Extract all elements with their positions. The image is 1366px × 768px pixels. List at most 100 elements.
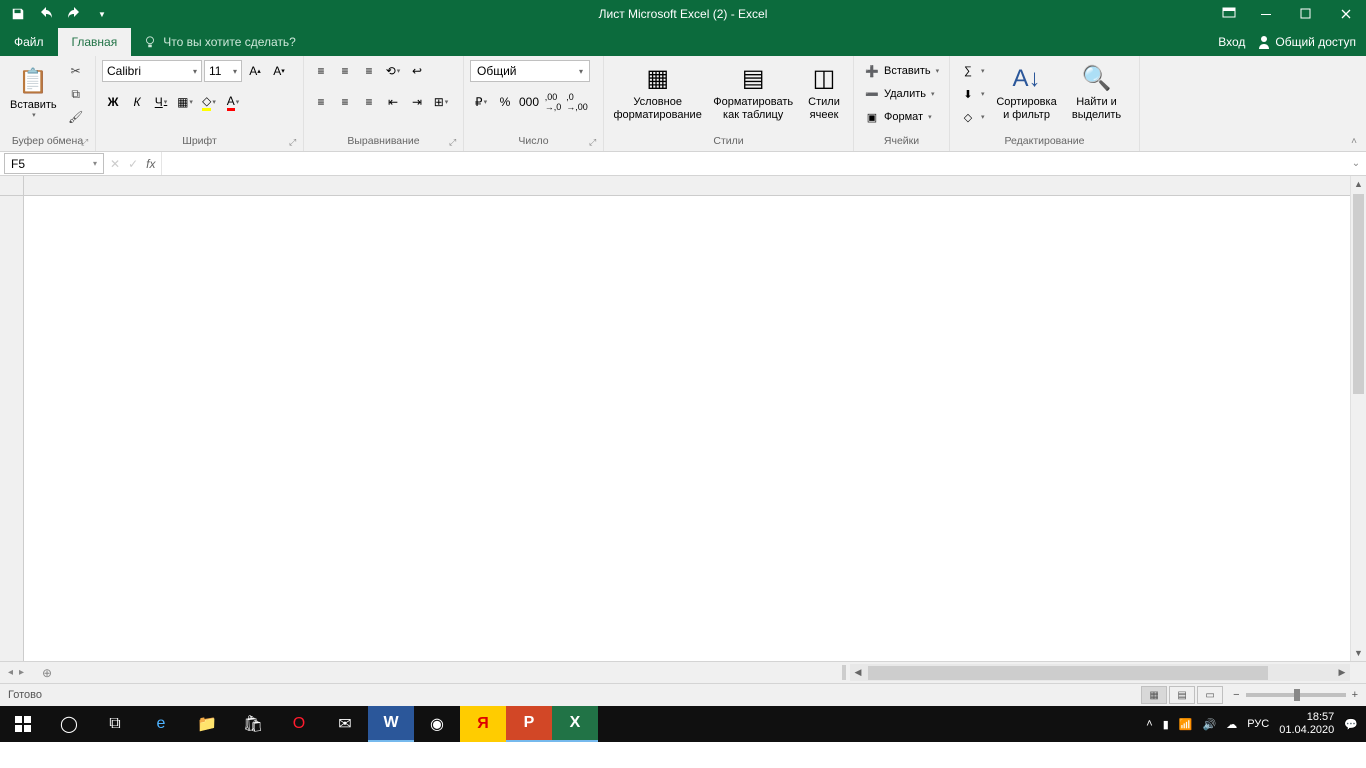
tray-wifi-icon[interactable]: 📶 [1179, 718, 1193, 731]
currency-icon[interactable]: ₽▾ [470, 91, 492, 113]
tab-file[interactable]: Файл [0, 28, 58, 56]
format-as-table-button[interactable]: ▤Форматировать как таблицу [709, 60, 797, 128]
align-launcher-icon[interactable]: ⤢ [449, 137, 461, 149]
minimize-button[interactable] [1246, 0, 1286, 28]
cell-styles-button[interactable]: ◫Стили ячеек [801, 60, 847, 128]
zoom-out-button[interactable]: − [1233, 689, 1239, 701]
tab-Главная[interactable]: Главная [58, 28, 132, 56]
align-center-icon[interactable]: ≡ [334, 91, 356, 113]
share-button[interactable]: Общий доступ [1257, 35, 1356, 49]
find-select-button[interactable]: 🔍Найти и выделить [1065, 60, 1129, 128]
borders-icon[interactable]: ▦▾ [174, 91, 196, 113]
sort-filter-button[interactable]: A↓Сортировка и фильтр [993, 60, 1061, 128]
expand-formula-bar-icon[interactable]: ⌄ [1346, 152, 1366, 175]
insert-function-button[interactable]: fx [146, 157, 155, 171]
increase-font-icon[interactable]: A▴ [244, 60, 266, 82]
tray-clock[interactable]: 18:57 01.04.2020 [1279, 711, 1334, 737]
taskbar-app-excel[interactable]: X [552, 706, 598, 742]
taskbar-app-mail[interactable]: ✉ [322, 706, 368, 742]
taskbar-app-opera[interactable]: O [276, 706, 322, 742]
taskbar-app-taskview[interactable]: ⧉ [92, 706, 138, 742]
number-format-combo[interactable]: Общий▾ [470, 60, 590, 82]
tray-battery-icon[interactable]: ▮ [1163, 718, 1169, 731]
select-all-button[interactable] [0, 176, 24, 196]
taskbar-app-word[interactable]: W [368, 706, 414, 742]
formula-input[interactable] [161, 152, 1346, 175]
collapse-ribbon-icon[interactable]: ˄ [1346, 133, 1362, 149]
copy-icon[interactable]: ⧉ [65, 83, 87, 105]
font-size-combo[interactable]: 11▾ [204, 60, 242, 82]
sheet-nav[interactable]: ◂▸ [0, 662, 32, 683]
align-top-icon[interactable]: ≡ [310, 60, 332, 82]
enter-formula-icon[interactable]: ✓ [128, 157, 138, 171]
cells-area[interactable] [24, 196, 1350, 661]
view-page-layout-icon[interactable]: ▤ [1169, 686, 1195, 704]
autosum-button[interactable]: ∑▾ [956, 60, 989, 82]
tray-volume-icon[interactable]: 🔊 [1203, 718, 1217, 731]
system-tray[interactable]: ˄ ▮ 📶 🔊 ☁ РУС 18:57 01.04.2020 💬 [1146, 711, 1366, 737]
align-right-icon[interactable]: ≡ [358, 91, 380, 113]
save-icon[interactable] [6, 3, 30, 25]
horizontal-scrollbar[interactable]: ◀ ▶ [850, 664, 1350, 681]
font-color-icon[interactable]: A▾ [222, 91, 244, 113]
scroll-left-icon[interactable]: ◀ [850, 664, 866, 681]
start-button[interactable] [0, 706, 46, 742]
cut-icon[interactable]: ✂ [65, 60, 87, 82]
decrease-decimal-icon[interactable]: ,0→,00 [566, 91, 588, 113]
tab-scroll-split[interactable] [842, 665, 846, 680]
ribbon-options-icon[interactable] [1212, 0, 1246, 28]
taskbar-app-chrome[interactable]: ◉ [414, 706, 460, 742]
fill-button[interactable]: ⬇▾ [956, 83, 989, 105]
zoom-slider[interactable] [1246, 693, 1346, 697]
increase-decimal-icon[interactable]: ,00→,0 [542, 91, 564, 113]
clear-button[interactable]: ◇▾ [956, 106, 989, 128]
row-headers[interactable] [0, 196, 24, 661]
tray-language[interactable]: РУС [1247, 718, 1269, 730]
tray-notifications-icon[interactable]: 💬 [1344, 718, 1358, 731]
undo-icon[interactable] [34, 3, 58, 25]
align-middle-icon[interactable]: ≡ [334, 60, 356, 82]
clipboard-launcher-icon[interactable]: ⤢ [81, 137, 93, 149]
worksheet-grid[interactable]: ▲ ▼ [0, 176, 1366, 662]
close-button[interactable] [1326, 0, 1366, 28]
comma-icon[interactable]: 000 [518, 91, 540, 113]
number-launcher-icon[interactable]: ⤢ [589, 137, 601, 149]
decrease-font-icon[interactable]: A▾ [268, 60, 290, 82]
new-sheet-button[interactable]: ⊕ [32, 662, 62, 683]
align-bottom-icon[interactable]: ≡ [358, 60, 380, 82]
orientation-icon[interactable]: ⟲▾ [382, 60, 404, 82]
wrap-text-icon[interactable]: ↩ [406, 60, 428, 82]
tray-onedrive-icon[interactable]: ☁ [1226, 718, 1237, 731]
format-cells-button[interactable]: ▣Формат▾ [860, 106, 943, 128]
conditional-formatting-button[interactable]: ▦Условное форматирование [610, 60, 705, 128]
name-box[interactable]: F5▾ [4, 153, 104, 174]
scroll-down-icon[interactable]: ▼ [1351, 645, 1366, 661]
insert-cells-button[interactable]: ➕Вставить▾ [860, 60, 943, 82]
decrease-indent-icon[interactable]: ⇤ [382, 91, 404, 113]
delete-cells-button[interactable]: ➖Удалить▾ [860, 83, 943, 105]
percent-icon[interactable]: % [494, 91, 516, 113]
taskbar-app-explorer[interactable]: 📁 [184, 706, 230, 742]
font-name-combo[interactable]: Calibri▾ [102, 60, 202, 82]
scroll-thumb[interactable] [1353, 194, 1364, 394]
increase-indent-icon[interactable]: ⇥ [406, 91, 428, 113]
redo-icon[interactable] [62, 3, 86, 25]
tray-chevron-icon[interactable]: ˄ [1146, 718, 1152, 730]
bold-button[interactable]: Ж [102, 91, 124, 113]
italic-button[interactable]: К [126, 91, 148, 113]
merge-cells-icon[interactable]: ⊞▾ [430, 91, 452, 113]
zoom-in-button[interactable]: + [1352, 689, 1358, 701]
qat-customize-icon[interactable]: ▼ [90, 3, 114, 25]
column-headers[interactable] [24, 176, 1350, 196]
align-left-icon[interactable]: ≡ [310, 91, 332, 113]
scroll-right-icon[interactable]: ▶ [1334, 664, 1350, 681]
taskbar-app-yandex[interactable]: ◯ [46, 706, 92, 742]
format-painter-icon[interactable]: 🖌 [65, 106, 87, 128]
scroll-up-icon[interactable]: ▲ [1351, 176, 1366, 192]
taskbar-app-store[interactable]: 🛍 [230, 706, 276, 742]
vertical-scrollbar[interactable]: ▲ ▼ [1350, 176, 1366, 661]
taskbar-app-yabrowser[interactable]: Я [460, 706, 506, 742]
font-launcher-icon[interactable]: ⤢ [289, 137, 301, 149]
view-normal-icon[interactable]: ▦ [1141, 686, 1167, 704]
underline-button[interactable]: Ч▾ [150, 91, 172, 113]
